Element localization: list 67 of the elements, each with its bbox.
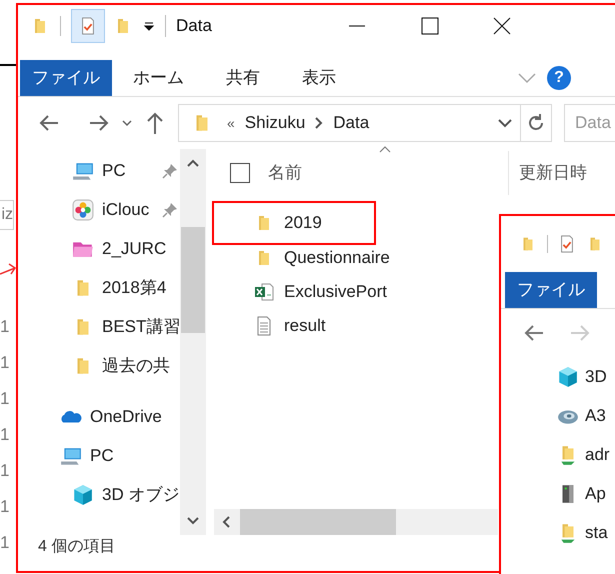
nav-item[interactable]: sta xyxy=(585,520,608,546)
search-field[interactable]: iz xyxy=(0,200,14,230)
pin-icon[interactable] xyxy=(162,162,178,178)
help-button[interactable]: ? xyxy=(547,66,571,90)
select-all-checkbox[interactable] xyxy=(230,163,250,183)
list-text: 1 xyxy=(0,388,10,410)
scroll-left-icon[interactable] xyxy=(222,516,230,528)
nav-item[interactable]: PC xyxy=(102,158,126,184)
flower-icon xyxy=(72,198,94,220)
status-text: 4 個の項目 xyxy=(38,537,116,557)
address-bar[interactable]: « Shizuku Data xyxy=(178,104,552,142)
nav-item[interactable]: BEST講習 xyxy=(102,314,180,340)
nav-item[interactable]: iClouc xyxy=(102,196,150,222)
back-arrow-icon[interactable] xyxy=(523,323,545,343)
ribbon-tab[interactable]: ファイル xyxy=(20,60,112,96)
cube-icon xyxy=(72,484,94,506)
checklist-icon[interactable] xyxy=(79,17,97,35)
vertical-scrollbar[interactable] xyxy=(180,149,206,535)
chevron-right-icon[interactable] xyxy=(315,117,324,129)
scroll-up-icon[interactable] xyxy=(187,159,199,167)
breadcrumb[interactable]: Data xyxy=(333,110,370,136)
window-title: Data xyxy=(176,15,212,38)
list-text: 1 xyxy=(0,532,10,554)
overflow-chevron[interactable]: « xyxy=(227,112,235,134)
nav-item[interactable]: 過去の共 xyxy=(102,352,170,378)
list-text: 1 xyxy=(0,460,10,482)
file-name[interactable]: Questionnaire xyxy=(284,245,390,271)
pin-icon[interactable] xyxy=(162,202,178,218)
file-name[interactable]: result xyxy=(284,313,326,339)
ribbon-tab[interactable]: ファイル xyxy=(505,272,597,308)
column-header[interactable]: 更新日時 xyxy=(519,160,587,186)
list-text: 1 xyxy=(0,352,10,374)
column-header[interactable]: 名前 xyxy=(268,160,302,186)
nav-item[interactable]: 3D xyxy=(585,364,607,390)
ribbon-tab[interactable]: 表示 xyxy=(281,60,357,96)
file-name[interactable]: 2019 xyxy=(284,210,322,236)
nav-item[interactable]: A3 xyxy=(585,402,606,428)
horizontal-scrollbar[interactable] xyxy=(214,509,498,535)
spreadsheet-icon xyxy=(254,282,274,302)
nav-item[interactable]: 2018第4 xyxy=(102,274,166,300)
breadcrumb[interactable]: Shizuku xyxy=(244,110,306,136)
dropdown-icon[interactable] xyxy=(143,20,155,32)
maximize-icon[interactable] xyxy=(418,15,441,37)
scroll-down-icon[interactable] xyxy=(187,517,199,525)
nav-item[interactable]: 2_JURC xyxy=(102,236,166,262)
back-arrow-icon[interactable] xyxy=(38,113,60,133)
forward-arrow-icon[interactable] xyxy=(88,113,110,133)
list-text: 1 xyxy=(0,424,10,446)
list-text: 1 xyxy=(0,496,10,518)
scroll-thumb[interactable] xyxy=(181,227,205,333)
nav-item[interactable]: adr xyxy=(585,442,610,468)
nav-item[interactable]: 3D オブジ xyxy=(102,482,180,508)
close-icon[interactable] xyxy=(490,15,513,37)
cube-icon xyxy=(557,366,579,388)
list-text: 1 xyxy=(0,316,10,338)
checklist-icon[interactable] xyxy=(558,235,576,253)
ribbon-tab[interactable]: 共有 xyxy=(205,60,281,96)
scroll-thumb[interactable] xyxy=(240,509,396,535)
ribbon-tab[interactable]: ホーム xyxy=(112,60,205,96)
refresh-icon[interactable] xyxy=(527,113,545,133)
nav-item[interactable]: OneDrive xyxy=(90,404,162,430)
chevron-down-icon[interactable] xyxy=(498,118,512,128)
nav-item[interactable]: Ap xyxy=(585,480,606,506)
nav-item[interactable]: PC xyxy=(90,442,114,468)
file-name[interactable]: ExclusivePort xyxy=(284,279,387,305)
up-arrow-icon[interactable] xyxy=(146,111,164,135)
chevron-down-icon[interactable] xyxy=(122,119,132,127)
